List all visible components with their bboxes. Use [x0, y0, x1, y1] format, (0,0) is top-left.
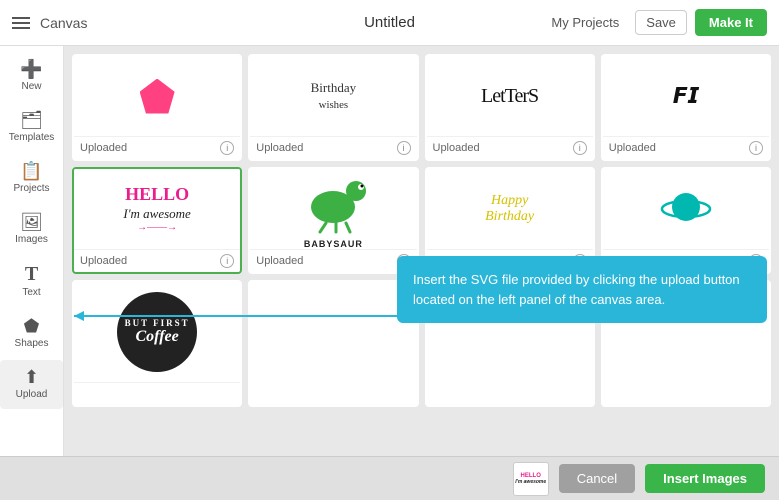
grid-item-9-footer: i: [74, 382, 240, 405]
tooltip-text: Insert the SVG file provided by clicking…: [413, 272, 740, 307]
grid-item-3-content: LetTerS: [481, 85, 538, 108]
hamburger-menu[interactable]: [12, 17, 30, 29]
top-actions: My Projects Save Make It: [543, 9, 767, 36]
sidebar-item-text-label: Text: [22, 287, 40, 299]
grid-item-10[interactable]: [248, 280, 418, 407]
grid-item-4-label: Uploaded: [609, 142, 656, 154]
bottombar: HELLOI'm awesome Cancel Insert Images: [0, 456, 779, 500]
grid-item-1-image: [74, 56, 240, 136]
templates-icon: 🗂: [20, 111, 43, 129]
grid-item-2[interactable]: Birthdaywishes Uploaded i: [248, 54, 418, 161]
grid-item-3-footer: Uploaded i: [427, 136, 593, 159]
grid-item-5[interactable]: HELLO I'm awesome →——→ Uploaded i: [72, 167, 242, 274]
sidebar-item-projects[interactable]: 📋 Projects: [0, 154, 63, 203]
sidebar-item-templates-label: Templates: [9, 132, 55, 144]
grid-item-5-label: Uploaded: [80, 255, 127, 267]
upload-icon: ⬆: [24, 368, 39, 386]
info-icon-2[interactable]: i: [397, 141, 411, 155]
grid-item-6-label: Uploaded: [256, 255, 303, 267]
grid-item-2-content: Birthdaywishes: [303, 72, 365, 120]
info-icon-5[interactable]: i: [220, 254, 234, 268]
text-icon: T: [25, 264, 38, 284]
canvas-area: Uploaded i Birthdaywishes Uploaded i Let…: [64, 46, 779, 456]
shapes-icon: ⬟: [24, 317, 40, 335]
grid-item-6[interactable]: BABYSAUR Uploaded i: [248, 167, 418, 274]
coffee-image: BUT FIRST Coffee: [117, 292, 197, 372]
grid-item-4-image: 𝙁𝙄: [603, 56, 769, 136]
tooltip-box: Insert the SVG file provided by clicking…: [397, 256, 767, 323]
grid-item-10-image: [250, 282, 416, 405]
grid-item-8-image: [603, 169, 769, 249]
make-it-button[interactable]: Make It: [695, 9, 767, 36]
grid-item-2-image: Birthdaywishes: [250, 56, 416, 136]
grid-item-3-label: Uploaded: [433, 142, 480, 154]
projects-icon: 📋: [20, 162, 42, 180]
sidebar-item-upload[interactable]: ⬆ Upload: [0, 360, 63, 409]
grid-item-5-image: HELLO I'm awesome →——→: [74, 169, 240, 249]
grid-item-6-footer: Uploaded i: [250, 249, 416, 272]
grid-item-4-footer: Uploaded i: [603, 136, 769, 159]
sidebar-item-upload-label: Upload: [16, 389, 48, 401]
babysaur-text: BABYSAUR: [298, 239, 368, 249]
sidebar-item-text[interactable]: T Text: [0, 256, 63, 307]
grid-item-1-footer: Uploaded i: [74, 136, 240, 159]
cancel-button[interactable]: Cancel: [559, 464, 635, 493]
save-button[interactable]: Save: [635, 10, 687, 35]
tooltip-arrow: [74, 306, 414, 331]
grid-item-2-label: Uploaded: [256, 142, 303, 154]
sidebar: ➕ New 🗂 Templates 📋 Projects 🖼 Images T …: [0, 46, 64, 456]
grid-item-5-footer: Uploaded i: [74, 249, 240, 272]
sidebar-item-shapes[interactable]: ⬟ Shapes: [0, 309, 63, 358]
planet-image: [651, 177, 721, 242]
grid-item-9-image: BUT FIRST Coffee: [74, 282, 240, 382]
image-grid: Uploaded i Birthdaywishes Uploaded i Let…: [72, 54, 771, 407]
info-icon-3[interactable]: i: [573, 141, 587, 155]
my-projects-button[interactable]: My Projects: [543, 11, 627, 34]
grid-item-7-image: HappyBirthday: [427, 169, 593, 249]
grid-item-2-footer: Uploaded i: [250, 136, 416, 159]
images-icon: 🖼: [20, 213, 43, 231]
sidebar-item-images-label: Images: [15, 234, 48, 246]
sidebar-item-projects-label: Projects: [13, 183, 49, 195]
sidebar-item-new[interactable]: ➕ New: [0, 52, 63, 101]
grid-item-3-image: LetTerS: [427, 56, 593, 136]
topbar: Canvas Untitled My Projects Save Make It: [0, 0, 779, 46]
birthday-image: HappyBirthday: [485, 193, 534, 225]
info-icon-4[interactable]: i: [749, 141, 763, 155]
grid-item-4-content: 𝙁𝙄: [673, 83, 699, 109]
sidebar-item-shapes-label: Shapes: [15, 338, 49, 350]
grid-item-9[interactable]: BUT FIRST Coffee i: [72, 280, 242, 407]
grid-item-6-image: BABYSAUR: [250, 169, 416, 249]
grid-item-1[interactable]: Uploaded i: [72, 54, 242, 161]
canvas-label: Canvas: [40, 15, 87, 31]
insert-images-button[interactable]: Insert Images: [645, 464, 765, 493]
new-icon: ➕: [20, 60, 42, 78]
info-icon-1[interactable]: i: [220, 141, 234, 155]
sidebar-item-new-label: New: [21, 81, 41, 93]
main-layout: ➕ New 🗂 Templates 📋 Projects 🖼 Images T …: [0, 46, 779, 456]
grid-item-4[interactable]: 𝙁𝙄 Uploaded i: [601, 54, 771, 161]
sidebar-item-images[interactable]: 🖼 Images: [0, 205, 63, 254]
hello-image: HELLO I'm awesome →——→: [123, 184, 190, 233]
grid-item-1-label: Uploaded: [80, 142, 127, 154]
preview-thumbnail: HELLOI'm awesome: [513, 462, 549, 496]
babysaur-image: BABYSAUR: [298, 169, 368, 249]
sidebar-item-templates[interactable]: 🗂 Templates: [0, 103, 63, 152]
document-title[interactable]: Untitled: [364, 14, 415, 31]
grid-item-3[interactable]: LetTerS Uploaded i: [425, 54, 595, 161]
